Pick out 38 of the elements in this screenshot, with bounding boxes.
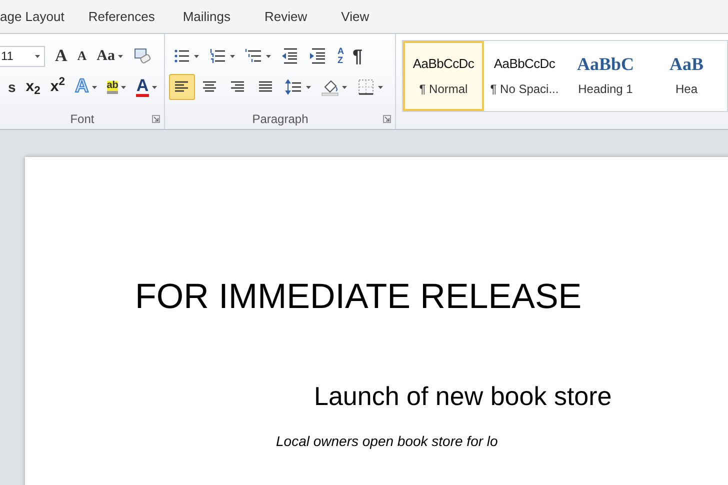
numbered-list-icon	[209, 47, 228, 65]
style-gallery-item[interactable]: AaBbC Heading 1	[565, 41, 646, 111]
highlight-button[interactable]: ab	[102, 74, 130, 100]
sort-button[interactable]: AZ	[333, 43, 346, 69]
clear-format-icon	[133, 47, 152, 65]
style-gallery-item[interactable]: AaBbCcDc ¶ No Spaci...	[484, 41, 565, 111]
change-case-button[interactable]: Aa	[92, 43, 128, 69]
group-label: Paragraph	[252, 111, 308, 128]
bullet-list-icon	[173, 47, 192, 65]
decrease-indent-icon	[281, 47, 300, 65]
paint-bucket-icon	[321, 78, 340, 96]
caret-icon	[35, 54, 40, 58]
increase-indent-icon	[309, 47, 328, 65]
borders-icon	[357, 78, 376, 96]
line-spacing-icon	[285, 78, 304, 96]
document-subtitle: Local owners open book store for lo	[276, 432, 498, 451]
style-gallery-item[interactable]: AaBbCcDc ¶ Normal	[403, 41, 484, 111]
dialog-launcher-icon[interactable]	[383, 115, 391, 123]
show-marks-button[interactable]: ¶	[348, 43, 366, 69]
document-title: FOR IMMEDIATE RELEASE	[135, 276, 582, 318]
strikethrough-button[interactable]: s	[4, 74, 20, 100]
subscript-button[interactable]: x$_{2}$	[22, 74, 44, 100]
grow-font-button[interactable]: A	[51, 43, 72, 69]
document-headline: Launch of new book store	[314, 380, 612, 413]
shrink-font-button[interactable]: A	[73, 43, 91, 69]
ribbon-tab[interactable]: References	[64, 6, 155, 26]
ribbon-tab[interactable]: Review	[230, 6, 308, 26]
ribbon-tab[interactable]: Mailings	[154, 6, 231, 26]
font-size-field[interactable]: 11	[0, 46, 45, 66]
multilevel-list-icon	[245, 47, 264, 65]
ribbon-tab[interactable]: age Layout	[0, 6, 64, 26]
superscript-button[interactable]: x$^{2}$	[46, 74, 70, 100]
align-left-button[interactable]	[169, 74, 196, 100]
ribbon-tab[interactable]: View	[307, 6, 370, 26]
group-label: Font	[70, 111, 94, 128]
dialog-launcher-icon[interactable]	[152, 115, 160, 123]
font-color-button[interactable]: A	[132, 74, 161, 100]
style-gallery-item[interactable]: AaB Hea	[646, 41, 727, 111]
